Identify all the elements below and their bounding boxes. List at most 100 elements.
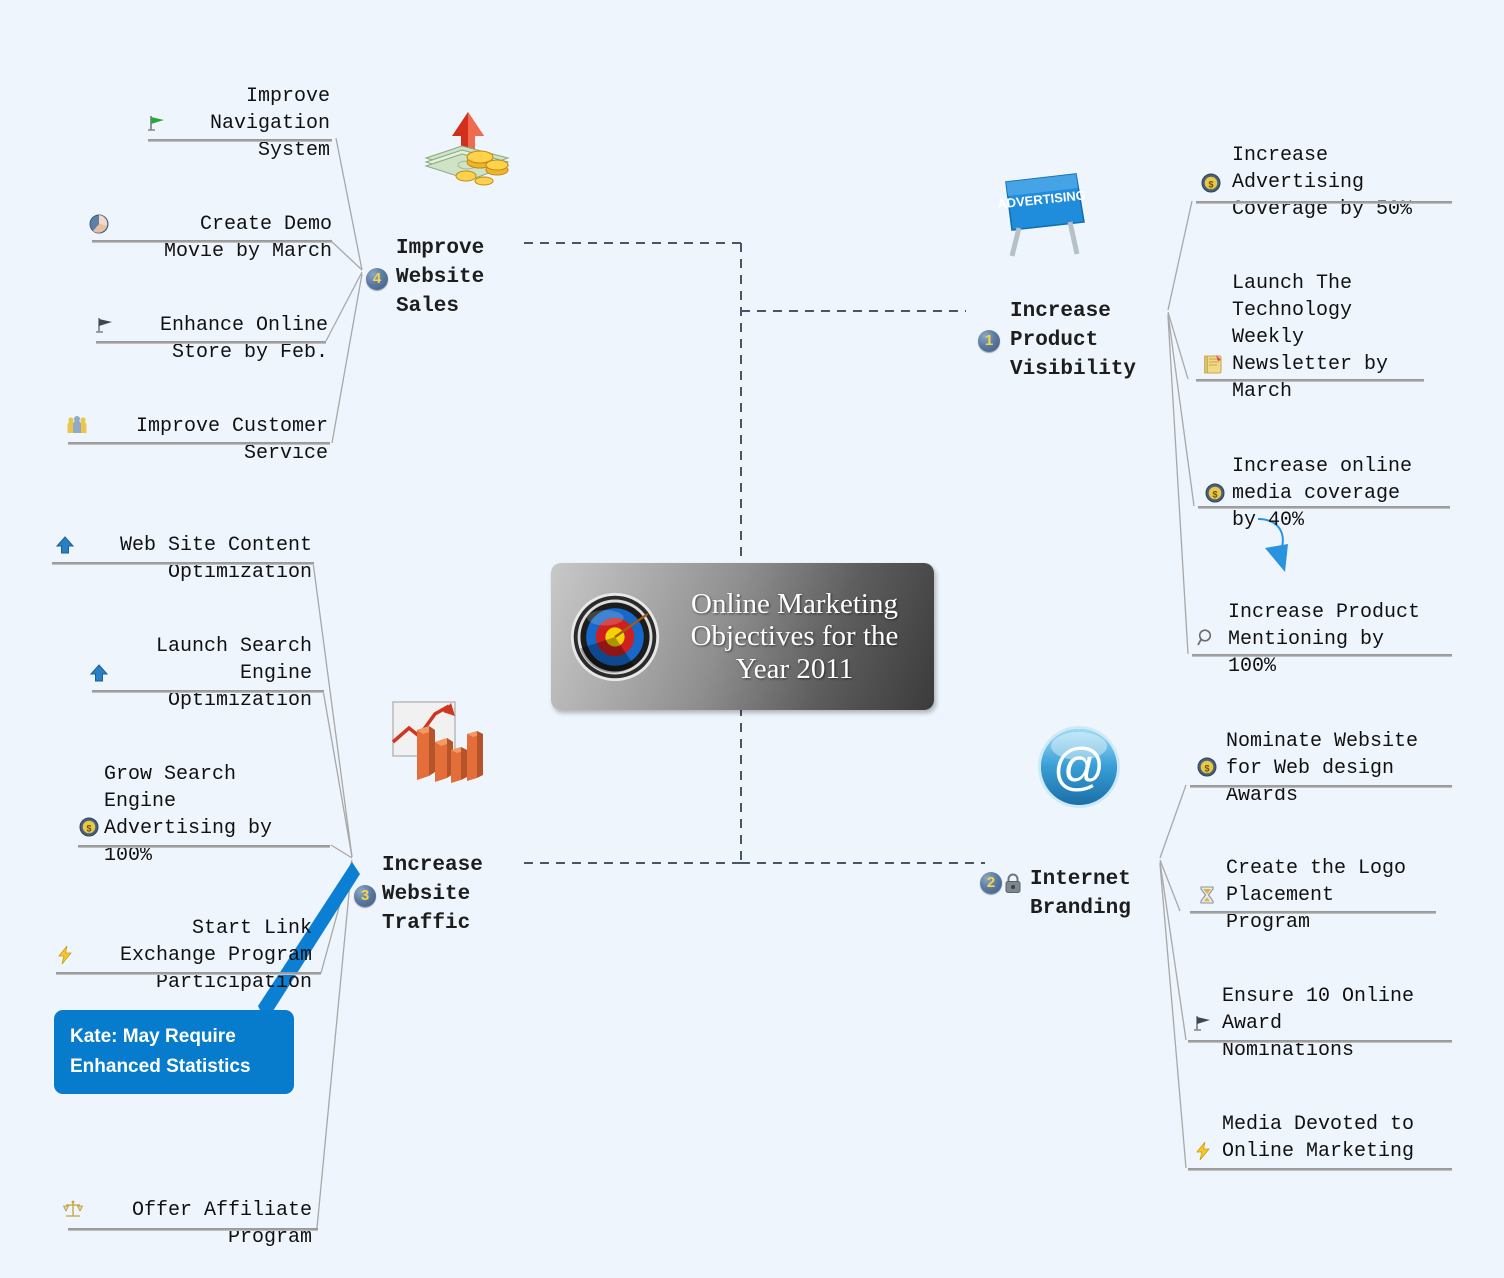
leaf-underline (1190, 785, 1452, 788)
leaf-launch-search-engine-optimization[interactable]: Launch Search Engine Optimization (118, 606, 312, 741)
leaf-underline (52, 562, 314, 565)
branch-label: Improve Website Sales (396, 237, 485, 318)
green-flag-icon (146, 112, 168, 134)
leaf-offer-affiliate-program[interactable]: Offer Affiliate Program (96, 1170, 312, 1278)
conn-visib-4 (1167, 315, 1189, 655)
conn-sales-4 (331, 273, 363, 444)
branch-improve-website-sales[interactable]: Improve Website Sales (396, 205, 484, 350)
leaf-underline (68, 442, 330, 445)
leaf-label: Launch The Technology Weekly Newsletter … (1232, 272, 1389, 403)
leaf-label: Grow Search Engine Advertising by 100% (104, 763, 273, 867)
leaf-ensure-10-online-award-nominations[interactable]: Ensure 10 Online Award Nominations (1222, 956, 1458, 1091)
leaf-label: Ensure 10 Online Award Nominations (1222, 985, 1415, 1062)
leaf-nominate-website-web-design-awards[interactable]: Nominate Website for Web design Awards (1226, 701, 1458, 836)
conn-sales-2 (329, 239, 363, 271)
leaf-underline (1198, 506, 1450, 509)
conn-brand-4 (1159, 863, 1187, 1169)
movie-icon (88, 213, 110, 235)
leaf-web-site-content-optimization[interactable]: Web Site Content Optimization (84, 505, 312, 613)
dark-flag-icon (1192, 1012, 1214, 1034)
lightning-bolt-icon (1192, 1140, 1214, 1162)
leaf-improve-customer-service[interactable]: Improve Customer Service (96, 386, 328, 494)
scales-icon (62, 1198, 84, 1220)
leaf-label: Start Link Exchange Program Participatio… (119, 917, 312, 994)
leaf-underline (1196, 201, 1452, 204)
leaf-label: Create the Logo Placement Program (1226, 857, 1407, 934)
svg-text:$: $ (1204, 764, 1209, 774)
leaf-underline (96, 341, 326, 344)
notepad-icon (1202, 353, 1224, 375)
leaf-increase-online-media-coverage[interactable]: Increase online media coverage by 40% (1232, 426, 1462, 561)
leaf-underline (1188, 1168, 1452, 1171)
conn-traffic-3 (330, 844, 353, 859)
conn-sales-1 (335, 137, 363, 271)
conn-traffic-1 (312, 561, 353, 858)
priority-badge-1: 1 (978, 330, 1000, 352)
target-icon (567, 589, 663, 685)
leaf-underline (1196, 379, 1424, 382)
leaf-label: Increase online media coverage by 40% (1232, 455, 1413, 532)
leaf-label: Improve Customer Service (135, 415, 328, 465)
blue-up-arrow-icon (54, 534, 76, 556)
branch-internet-branding[interactable]: Internet Branding (1030, 836, 1131, 952)
leaf-underline (1188, 1040, 1452, 1043)
magnifier-icon (1196, 627, 1218, 649)
dollar-coin-icon: $ (1196, 756, 1218, 778)
leaf-launch-technology-weekly-newsletter[interactable]: Launch The Technology Weekly Newsletter … (1232, 243, 1446, 432)
money-growth-icon (412, 96, 512, 201)
branch-label: Increase Website Traffic (382, 854, 483, 935)
leaf-label: Create Demo Movie by March (163, 213, 332, 263)
callout-note[interactable]: Kate: May Require Enhanced Statistics (54, 1010, 294, 1094)
leaf-underline (56, 972, 321, 975)
leaf-label: Enhance Online Store by Feb. (159, 314, 328, 364)
advertising-billboard-icon: ADVERTISING (978, 156, 1086, 269)
hourglass-icon (1196, 884, 1218, 906)
svg-text:$: $ (1208, 180, 1213, 190)
at-sign-icon: @ (1036, 724, 1122, 815)
conn-visib-2 (1167, 311, 1189, 380)
root-node[interactable]: Online Marketing Objectives for the Year… (551, 563, 934, 710)
priority-badge-3: 3 (354, 885, 376, 907)
leaf-underline (148, 139, 332, 142)
people-icon (66, 414, 88, 436)
dollar-coin-icon: $ (78, 816, 100, 838)
conn-brand-1 (1159, 784, 1187, 859)
leaf-improve-navigation-system[interactable]: Improve Navigation System (180, 56, 330, 191)
svg-text:$: $ (1212, 490, 1217, 500)
svg-text:@: @ (1053, 738, 1106, 796)
leaf-start-link-exchange-program[interactable]: Start Link Exchange Program Participatio… (82, 888, 312, 1023)
branch-label: Internet Branding (1030, 868, 1131, 920)
leaf-label: Improve Navigation System (209, 85, 330, 162)
leaf-label: Offer Affiliate Program (131, 1199, 312, 1249)
leaf-label: Media Devoted to Online Marketing (1222, 1113, 1415, 1163)
leaf-label: Web Site Content Optimization (119, 534, 312, 584)
conn-traffic-5 (316, 861, 353, 1229)
dollar-coin-icon: $ (1200, 172, 1222, 194)
mindmap-canvas: Online Marketing Objectives for the Year… (0, 0, 1504, 1277)
leaf-create-logo-placement-program[interactable]: Create the Logo Placement Program (1226, 828, 1452, 963)
branch-increase-website-traffic[interactable]: Increase Website Traffic (382, 822, 483, 967)
leaf-underline (1190, 911, 1436, 914)
conn-visib-1 (1167, 200, 1193, 311)
leaf-media-devoted-to-online-marketing[interactable]: Media Devoted to Online Marketing (1222, 1084, 1458, 1192)
svg-text:$: $ (86, 824, 91, 834)
blue-up-arrow-icon (88, 662, 110, 684)
leaf-create-demo-movie[interactable]: Create Demo Movie by March (124, 184, 332, 292)
leaf-label: Increase Advertising Coverage by 50% (1232, 144, 1413, 221)
leaf-underline (1192, 654, 1452, 657)
dollar-coin-icon: $ (1204, 482, 1226, 504)
leaf-underline (78, 845, 330, 848)
leaf-label: Increase Product Mentioning by 100% (1228, 601, 1421, 678)
dark-flag-icon (94, 314, 116, 336)
leaf-underline (92, 690, 324, 693)
leaf-grow-search-engine-advertising[interactable]: Grow Search Engine Advertising by 100% (104, 734, 316, 896)
leaf-label: Launch Search Engine Optimization (155, 635, 312, 712)
leaf-enhance-online-store[interactable]: Enhance Online Store by Feb. (120, 285, 328, 393)
root-title: Online Marketing Objectives for the Year… (690, 587, 899, 685)
conn-traffic-4 (320, 859, 353, 974)
leaf-increase-product-mentioning[interactable]: Increase Product Mentioning by 100% (1228, 572, 1462, 707)
conn-brand-3 (1159, 861, 1187, 1041)
branch-increase-product-visibility[interactable]: Increase Product Visibility (1010, 268, 1136, 413)
leaf-increase-advertising-coverage[interactable]: Increase Advertising Coverage by 50% (1232, 115, 1462, 250)
conn-visib-3 (1167, 313, 1195, 507)
